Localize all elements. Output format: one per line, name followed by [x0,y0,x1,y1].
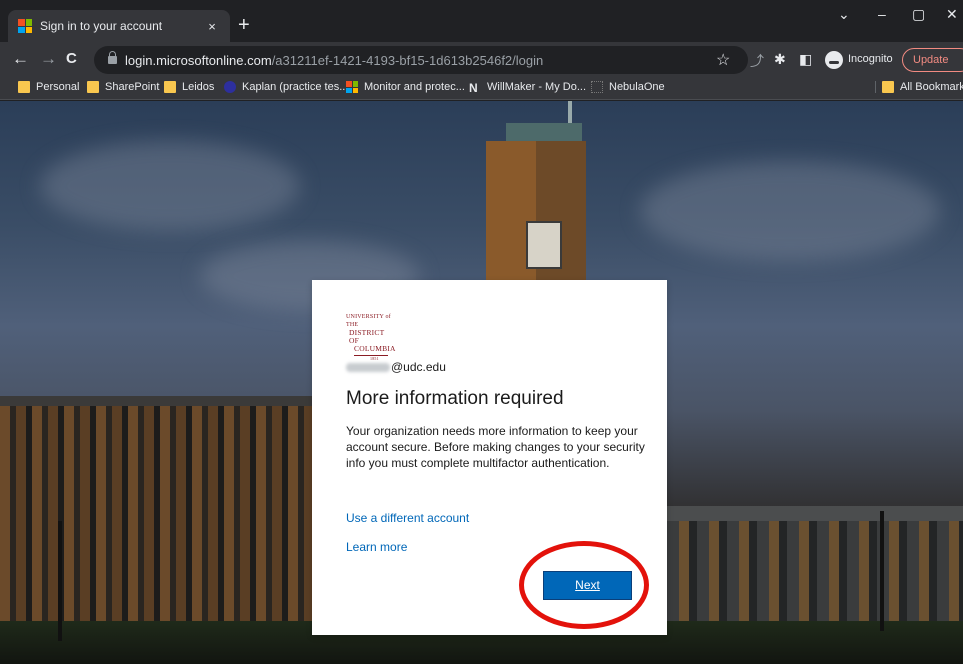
url-text: login.microsoftonline.com/a31211ef-1421-… [125,53,543,68]
logo-line2: DISTRICT OF [349,328,385,345]
url-host: login.microsoftonline.com [125,52,272,68]
folder-icon [164,81,176,93]
logo-line3: COLUMBIA [354,344,396,353]
use-different-account-link[interactable]: Use a different account [346,511,469,525]
page-title: More information required [346,388,564,409]
restore-icon[interactable]: ▢ [912,6,925,23]
tab-close-icon[interactable]: × [204,19,220,34]
window-close-icon[interactable]: ✕ [946,6,958,23]
url-path: /a31211ef-1421-4193-bf15-1d613b2546f2/lo… [271,52,544,68]
browser-toolbar: ← → C login.microsoftonline.com/a31211ef… [0,42,963,78]
side-panel-icon[interactable]: ◧ [799,51,812,68]
microsoft-icon [18,19,32,33]
tab-search-icon[interactable]: ⌄ [838,6,850,23]
address-bar[interactable]: login.microsoftonline.com/a31211ef-1421-… [94,46,748,74]
n-icon: N [469,81,478,95]
minimize-icon[interactable]: – [878,6,886,22]
incognito-icon[interactable] [825,51,843,69]
reload-icon[interactable]: C [66,49,77,69]
microsoft-icon [346,81,358,93]
bookmark-label: WillMaker - My Do... [487,81,586,93]
bookmark-personal[interactable]: Personal [18,81,79,93]
bookmark-label: Monitor and protec... [364,81,465,93]
screenshot-root: Sign in to your account × + ⌄ – ▢ ✕ ← → … [0,0,963,664]
bookmark-label: NebulaOne [609,81,665,93]
folder-icon [87,81,99,93]
description-text: Your organization needs more information… [346,424,645,470]
bookmarks-bar: Personal SharePoint Leidos Kaplan (pract… [0,78,963,100]
bookmark-leidos[interactable]: Leidos [164,81,214,93]
all-bookmarks[interactable]: All Bookmarks [875,81,963,93]
bookmark-label: Personal [36,81,80,93]
bookmark-sharepoint[interactable]: SharePoint [87,81,159,93]
cloud [40,141,300,231]
signin-card: UNIVERSITY of THE DISTRICT OF COLUMBIA 1… [312,280,667,635]
logo-line1: UNIVERSITY of THE [346,314,391,328]
bookmark-label: Kaplan (practice tes... [242,81,349,93]
all-bookmarks-label: All Bookmarks [900,81,963,93]
bookmark-kaplan[interactable]: Kaplan (practice tes... [224,81,348,93]
nebula-icon [591,81,603,93]
new-tab-button[interactable]: + [238,13,250,37]
learn-more-link[interactable]: Learn more [346,540,407,554]
cloud [640,161,940,261]
redacted-username [346,362,390,372]
tab-strip: Sign in to your account × + ⌄ – ▢ ✕ [0,0,963,42]
page-viewport: UNIVERSITY of THE DISTRICT OF COLUMBIA 1… [0,101,963,664]
back-icon[interactable]: ← [12,49,29,69]
update-button[interactable]: Update [902,48,963,72]
identity-domain: @udc.edu [391,360,446,374]
lamp-post [880,511,884,631]
bookmark-label: Leidos [182,81,215,93]
bookmark-willmaker[interactable]: N WillMaker - My Do... [469,81,586,95]
clock-face [526,221,562,269]
account-identity: @udc.edu [346,360,446,374]
folder-icon [882,81,894,93]
forward-icon[interactable]: → [40,49,57,69]
translate-icon[interactable]: ⤴ [750,51,764,71]
bookmark-nebulaone[interactable]: NebulaOne [591,81,665,93]
next-button[interactable]: Next [543,571,632,600]
bookmark-star-icon[interactable]: ☆ [716,50,730,70]
bookmark-label: SharePoint [105,81,160,93]
lock-icon [108,51,117,65]
university-logo: UNIVERSITY of THE DISTRICT OF COLUMBIA 1… [346,313,396,361]
incognito-label: Incognito [848,53,893,65]
lamp-post [58,521,62,641]
folder-icon [18,81,30,93]
extensions-icon[interactable]: ✱ [774,51,786,68]
tab-title: Sign in to your account [40,19,163,33]
bookmark-monitor[interactable]: Monitor and protec... [346,81,465,93]
globe-icon [224,81,236,93]
tab-signin[interactable]: Sign in to your account × [8,10,230,42]
